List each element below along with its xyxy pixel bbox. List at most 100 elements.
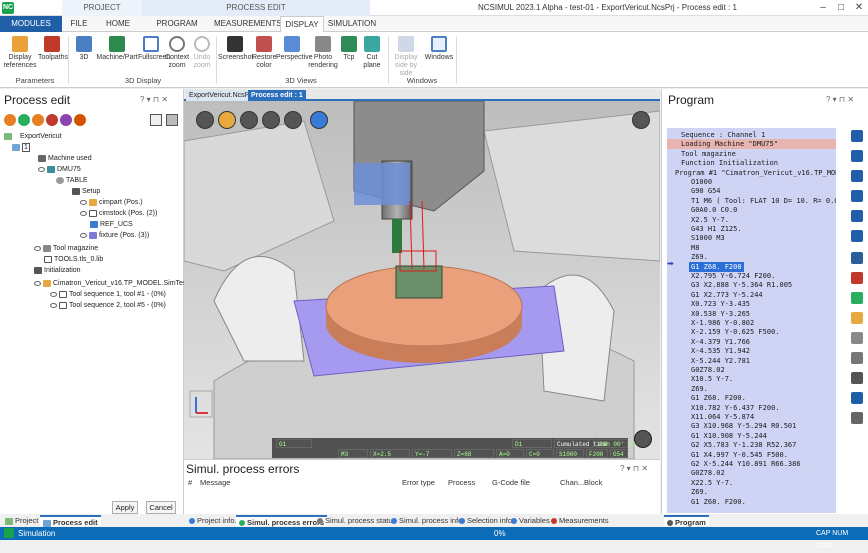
display-references-button[interactable]: Display references bbox=[2, 36, 38, 70]
green-circle-icon[interactable] bbox=[18, 114, 30, 126]
tab-measurements[interactable]: MEASUREMENTS bbox=[214, 16, 282, 32]
tab-project-info[interactable]: Project info. bbox=[186, 515, 240, 526]
doc-tab-process-edit[interactable]: Process edit : 1 bbox=[248, 90, 306, 101]
tree-item[interactable]: Setup bbox=[72, 187, 100, 197]
tree-item[interactable]: fixture (Pos. (3)) bbox=[80, 231, 149, 241]
photo-rendering-button[interactable]: Photo rendering bbox=[308, 36, 338, 70]
clock-icon[interactable] bbox=[634, 430, 652, 448]
restore-color-button[interactable]: Restore color bbox=[252, 36, 277, 70]
tcp-button[interactable]: Tcp bbox=[338, 36, 360, 62]
purple-circle-icon[interactable] bbox=[60, 114, 72, 126]
tree-view-icon[interactable] bbox=[166, 114, 178, 126]
tab-program[interactable]: PROGRAM bbox=[148, 16, 206, 32]
rotate-button[interactable] bbox=[240, 111, 258, 129]
breakpoint-icon[interactable] bbox=[851, 272, 863, 284]
eye-icon[interactable] bbox=[80, 210, 87, 216]
next-block-icon[interactable] bbox=[851, 210, 863, 222]
gcode-listing[interactable]: Sequence : Channel 1 Loading Machine "DMU… bbox=[667, 128, 836, 513]
context-zoom-button[interactable]: Context zoom bbox=[164, 36, 190, 70]
tab-modules[interactable]: MODULES bbox=[0, 16, 62, 32]
cancel-button[interactable]: Cancel bbox=[146, 501, 176, 514]
program-panel-controls-icon[interactable]: ? ▾ ⊓ ✕ bbox=[826, 95, 854, 104]
edit-icon[interactable] bbox=[851, 332, 863, 344]
toolpaths-button[interactable]: Toolpaths bbox=[38, 36, 68, 62]
tab-simul-process-status[interactable]: Simul. process status bbox=[314, 515, 399, 526]
document-list-icon[interactable] bbox=[851, 412, 863, 424]
tree-item[interactable]: REF_UCS bbox=[90, 220, 133, 230]
column-header[interactable]: Process bbox=[448, 478, 475, 487]
zoom-button[interactable] bbox=[262, 111, 280, 129]
eye-icon[interactable] bbox=[80, 199, 87, 205]
step-back-icon[interactable] bbox=[851, 170, 863, 182]
tab-project[interactable]: Project bbox=[2, 515, 41, 526]
machine-view-button[interactable] bbox=[632, 111, 650, 129]
orange-circle-icon[interactable] bbox=[4, 114, 16, 126]
cut-plane-button[interactable]: Cut plane bbox=[360, 36, 384, 70]
gcode-line[interactable]: G1 Z68. F200. bbox=[691, 497, 746, 507]
tree-item[interactable]: 1 bbox=[12, 143, 30, 153]
tab-measurements[interactable]: Measurements bbox=[548, 515, 612, 526]
binoculars-icon[interactable] bbox=[851, 252, 863, 264]
tree-item[interactable]: TOOLS.tls_0.lib bbox=[44, 255, 103, 265]
tab-variables[interactable]: Variables bbox=[508, 515, 553, 526]
tab-display[interactable]: DISPLAY bbox=[280, 16, 324, 32]
tree-item[interactable]: DMU75 bbox=[38, 165, 81, 175]
errors-panel-controls-icon[interactable]: ? ▾ ⊓ ✕ bbox=[620, 464, 648, 473]
doc-tab-exportvericut[interactable]: ExportVericut.NcsPrj bbox=[186, 90, 257, 101]
list-view-icon[interactable] bbox=[150, 114, 162, 126]
windows-button[interactable]: Windows bbox=[424, 36, 454, 62]
undo-zoom-button[interactable]: Undo zoom bbox=[190, 36, 214, 70]
3d-viewport[interactable] bbox=[184, 101, 660, 459]
eye-icon[interactable] bbox=[34, 280, 41, 286]
tree-item[interactable]: Tool magazine bbox=[34, 244, 98, 254]
tree-item[interactable]: Machine used bbox=[38, 154, 92, 164]
tab-process-edit[interactable]: Process edit bbox=[40, 515, 101, 527]
display-mode-button[interactable] bbox=[218, 111, 236, 129]
tab-home[interactable]: HOME bbox=[98, 16, 138, 32]
minimize-icon[interactable]: – bbox=[814, 0, 832, 16]
tree-item[interactable]: Tool sequence 2, tool #5 - (0%) bbox=[50, 301, 166, 311]
column-header[interactable]: # bbox=[188, 478, 192, 487]
eye-icon[interactable] bbox=[50, 291, 57, 297]
column-header[interactable]: Block bbox=[584, 478, 602, 487]
machine-part-button[interactable]: Machine/Part bbox=[96, 36, 138, 62]
save-icon[interactable] bbox=[851, 392, 863, 404]
tab-program[interactable]: Program bbox=[664, 515, 709, 527]
orange-circle-icon[interactable] bbox=[74, 114, 86, 126]
maximize-icon[interactable]: □ bbox=[832, 0, 850, 16]
eye-icon[interactable] bbox=[80, 232, 87, 238]
eye-icon[interactable] bbox=[34, 245, 41, 251]
column-header[interactable]: G-Code file bbox=[492, 478, 530, 487]
tree-item[interactable]: Tool sequence 1, tool #1 - (0%) bbox=[50, 290, 166, 300]
previous-block-icon[interactable] bbox=[851, 150, 863, 162]
panel-pin-icon[interactable]: ? ▾ ⊓ ✕ bbox=[140, 95, 168, 104]
tab-simulation[interactable]: SIMULATION bbox=[326, 16, 378, 32]
tree-item[interactable]: Cimatron_Vericut_v16.TP_MODEL.SimTest_ bbox=[34, 279, 192, 289]
orange-circle-icon[interactable] bbox=[32, 114, 44, 126]
view-orient-button[interactable] bbox=[196, 111, 214, 129]
tab-simul-process-info[interactable]: Simul. process info bbox=[388, 515, 465, 526]
display-side-by-side-button[interactable]: Display side by side bbox=[390, 36, 422, 78]
tab-selection-info[interactable]: Selection info bbox=[456, 515, 515, 526]
tab-file[interactable]: FILE bbox=[64, 16, 94, 32]
screenshot-button[interactable]: Screenshot bbox=[218, 36, 253, 62]
column-header[interactable]: Message bbox=[200, 478, 230, 487]
document-icon[interactable] bbox=[851, 372, 863, 384]
comment-icon[interactable] bbox=[851, 352, 863, 364]
tree-item[interactable]: cimstock (Pos. (2)) bbox=[80, 209, 157, 219]
tree-item[interactable]: cimpart (Pos.) bbox=[80, 198, 143, 208]
perspective-button[interactable]: Perspective bbox=[276, 36, 313, 62]
column-header[interactable]: Error type bbox=[402, 478, 435, 487]
close-icon[interactable]: ✕ bbox=[850, 0, 868, 16]
column-header[interactable]: Chan... bbox=[560, 478, 584, 487]
tree-item[interactable]: TABLE bbox=[56, 176, 88, 186]
red-circle-icon[interactable] bbox=[46, 114, 58, 126]
step-forward-icon[interactable] bbox=[851, 190, 863, 202]
tree-item[interactable]: Initialization bbox=[34, 266, 81, 276]
eye-icon[interactable] bbox=[38, 166, 45, 172]
first-block-icon[interactable] bbox=[851, 130, 863, 142]
fullscreen-button[interactable]: Fullscreen bbox=[138, 36, 170, 62]
tree-item[interactable]: ExportVericut bbox=[4, 132, 62, 142]
eye-icon[interactable] bbox=[50, 302, 57, 308]
add-breakpoint-icon[interactable] bbox=[851, 292, 863, 304]
